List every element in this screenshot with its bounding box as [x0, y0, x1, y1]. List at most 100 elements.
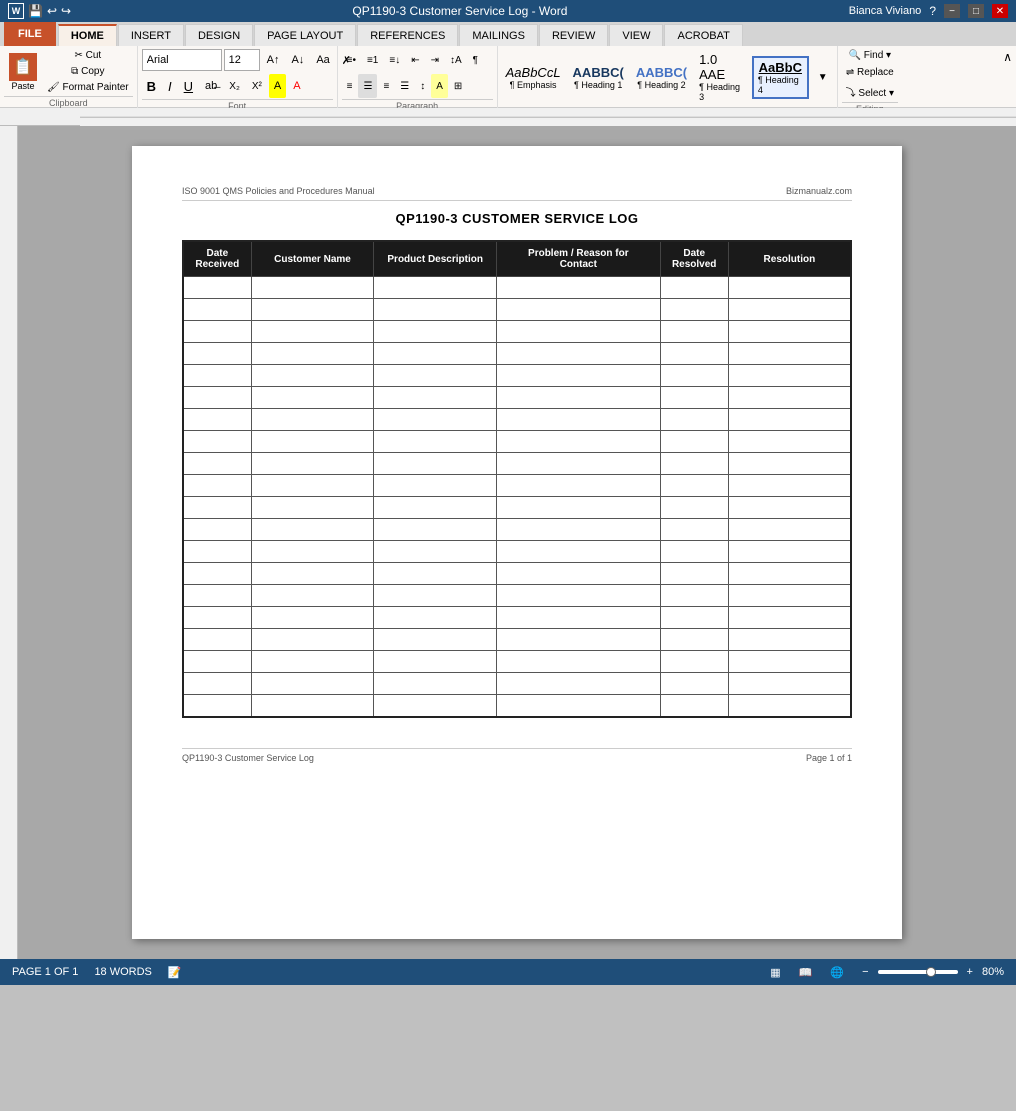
tab-page-layout[interactable]: PAGE LAYOUT: [254, 24, 356, 46]
paste-button[interactable]: 📋 Paste: [4, 50, 42, 94]
table-cell[interactable]: [374, 695, 497, 717]
table-cell[interactable]: [497, 563, 661, 585]
table-cell[interactable]: [660, 695, 728, 717]
table-cell[interactable]: [183, 343, 251, 365]
table-cell[interactable]: [251, 453, 374, 475]
table-cell[interactable]: [374, 541, 497, 563]
table-cell[interactable]: [374, 629, 497, 651]
table-cell[interactable]: [251, 277, 374, 299]
table-cell[interactable]: [374, 431, 497, 453]
highlight-button[interactable]: A: [269, 74, 286, 98]
table-cell[interactable]: [374, 321, 497, 343]
table-cell[interactable]: [374, 519, 497, 541]
quick-access-save[interactable]: 💾: [28, 4, 43, 18]
table-cell[interactable]: [374, 409, 497, 431]
table-cell[interactable]: [497, 409, 661, 431]
table-cell[interactable]: [183, 365, 251, 387]
table-cell[interactable]: [374, 387, 497, 409]
justify-button[interactable]: ☰: [395, 74, 414, 98]
tab-mailings[interactable]: MAILINGS: [459, 24, 538, 46]
table-cell[interactable]: [728, 563, 851, 585]
web-layout-button[interactable]: 🌐: [825, 960, 849, 984]
table-cell[interactable]: [251, 607, 374, 629]
table-cell[interactable]: [374, 277, 497, 299]
table-cell[interactable]: [728, 321, 851, 343]
table-cell[interactable]: [497, 629, 661, 651]
table-cell[interactable]: [183, 607, 251, 629]
table-cell[interactable]: [728, 607, 851, 629]
table-cell[interactable]: [497, 475, 661, 497]
table-cell[interactable]: [660, 585, 728, 607]
table-cell[interactable]: [660, 277, 728, 299]
table-cell[interactable]: [660, 343, 728, 365]
table-cell[interactable]: [660, 299, 728, 321]
table-cell[interactable]: [183, 387, 251, 409]
table-cell[interactable]: [728, 585, 851, 607]
table-cell[interactable]: [374, 651, 497, 673]
table-cell[interactable]: [660, 651, 728, 673]
zoom-out-button[interactable]: −: [857, 960, 873, 984]
underline-button[interactable]: U: [179, 74, 198, 98]
table-cell[interactable]: [183, 321, 251, 343]
bullets-button[interactable]: ≡•: [342, 48, 361, 72]
table-cell[interactable]: [374, 365, 497, 387]
borders-button[interactable]: ⊞: [449, 74, 467, 98]
table-cell[interactable]: [660, 431, 728, 453]
table-cell[interactable]: [497, 343, 661, 365]
table-cell[interactable]: [660, 497, 728, 519]
shrink-font-button[interactable]: A↓: [286, 48, 309, 72]
table-cell[interactable]: [251, 585, 374, 607]
zoom-in-button[interactable]: +: [962, 960, 978, 984]
italic-button[interactable]: I: [163, 74, 177, 98]
style-heading1[interactable]: AABBC( ¶ Heading 1: [569, 63, 628, 92]
table-cell[interactable]: [251, 695, 374, 717]
table-cell[interactable]: [251, 321, 374, 343]
table-cell[interactable]: [728, 541, 851, 563]
align-left-button[interactable]: ≡: [342, 74, 358, 98]
table-cell[interactable]: [183, 695, 251, 717]
table-cell[interactable]: [728, 343, 851, 365]
table-cell[interactable]: [183, 277, 251, 299]
table-cell[interactable]: [374, 299, 497, 321]
strikethrough-button[interactable]: ab̶: [200, 74, 222, 98]
table-cell[interactable]: [660, 673, 728, 695]
help-button[interactable]: ?: [929, 4, 936, 18]
table-cell[interactable]: [251, 519, 374, 541]
close-button[interactable]: ✕: [992, 4, 1008, 18]
table-cell[interactable]: [497, 497, 661, 519]
table-cell[interactable]: [728, 673, 851, 695]
tab-acrobat[interactable]: ACROBAT: [664, 24, 742, 46]
find-button[interactable]: 🔍 Find ▾: [845, 48, 896, 63]
sort-button[interactable]: ↕A: [445, 48, 467, 72]
numbering-button[interactable]: ≡1: [362, 48, 383, 72]
table-cell[interactable]: [183, 409, 251, 431]
table-cell[interactable]: [497, 607, 661, 629]
line-spacing-button[interactable]: ↕: [415, 74, 430, 98]
table-cell[interactable]: [183, 497, 251, 519]
table-cell[interactable]: [660, 453, 728, 475]
table-cell[interactable]: [183, 453, 251, 475]
table-cell[interactable]: [497, 431, 661, 453]
tab-file[interactable]: FILE: [4, 22, 56, 46]
table-cell[interactable]: [497, 541, 661, 563]
table-cell[interactable]: [251, 299, 374, 321]
style-emphasis[interactable]: AaBbCcL ¶ Emphasis: [502, 63, 565, 92]
increase-indent-button[interactable]: ⇥: [426, 48, 444, 72]
print-layout-button[interactable]: ▦: [765, 960, 785, 984]
table-cell[interactable]: [183, 519, 251, 541]
table-cell[interactable]: [497, 387, 661, 409]
table-cell[interactable]: [183, 629, 251, 651]
table-cell[interactable]: [728, 695, 851, 717]
font-name-input[interactable]: [142, 49, 222, 71]
multilevel-list-button[interactable]: ≡↓: [384, 48, 405, 72]
table-cell[interactable]: [497, 695, 661, 717]
table-cell[interactable]: [251, 343, 374, 365]
table-cell[interactable]: [728, 365, 851, 387]
table-cell[interactable]: [660, 365, 728, 387]
table-cell[interactable]: [374, 585, 497, 607]
table-cell[interactable]: [728, 475, 851, 497]
table-cell[interactable]: [728, 519, 851, 541]
table-cell[interactable]: [660, 519, 728, 541]
table-cell[interactable]: [183, 673, 251, 695]
bold-button[interactable]: B: [142, 74, 161, 98]
